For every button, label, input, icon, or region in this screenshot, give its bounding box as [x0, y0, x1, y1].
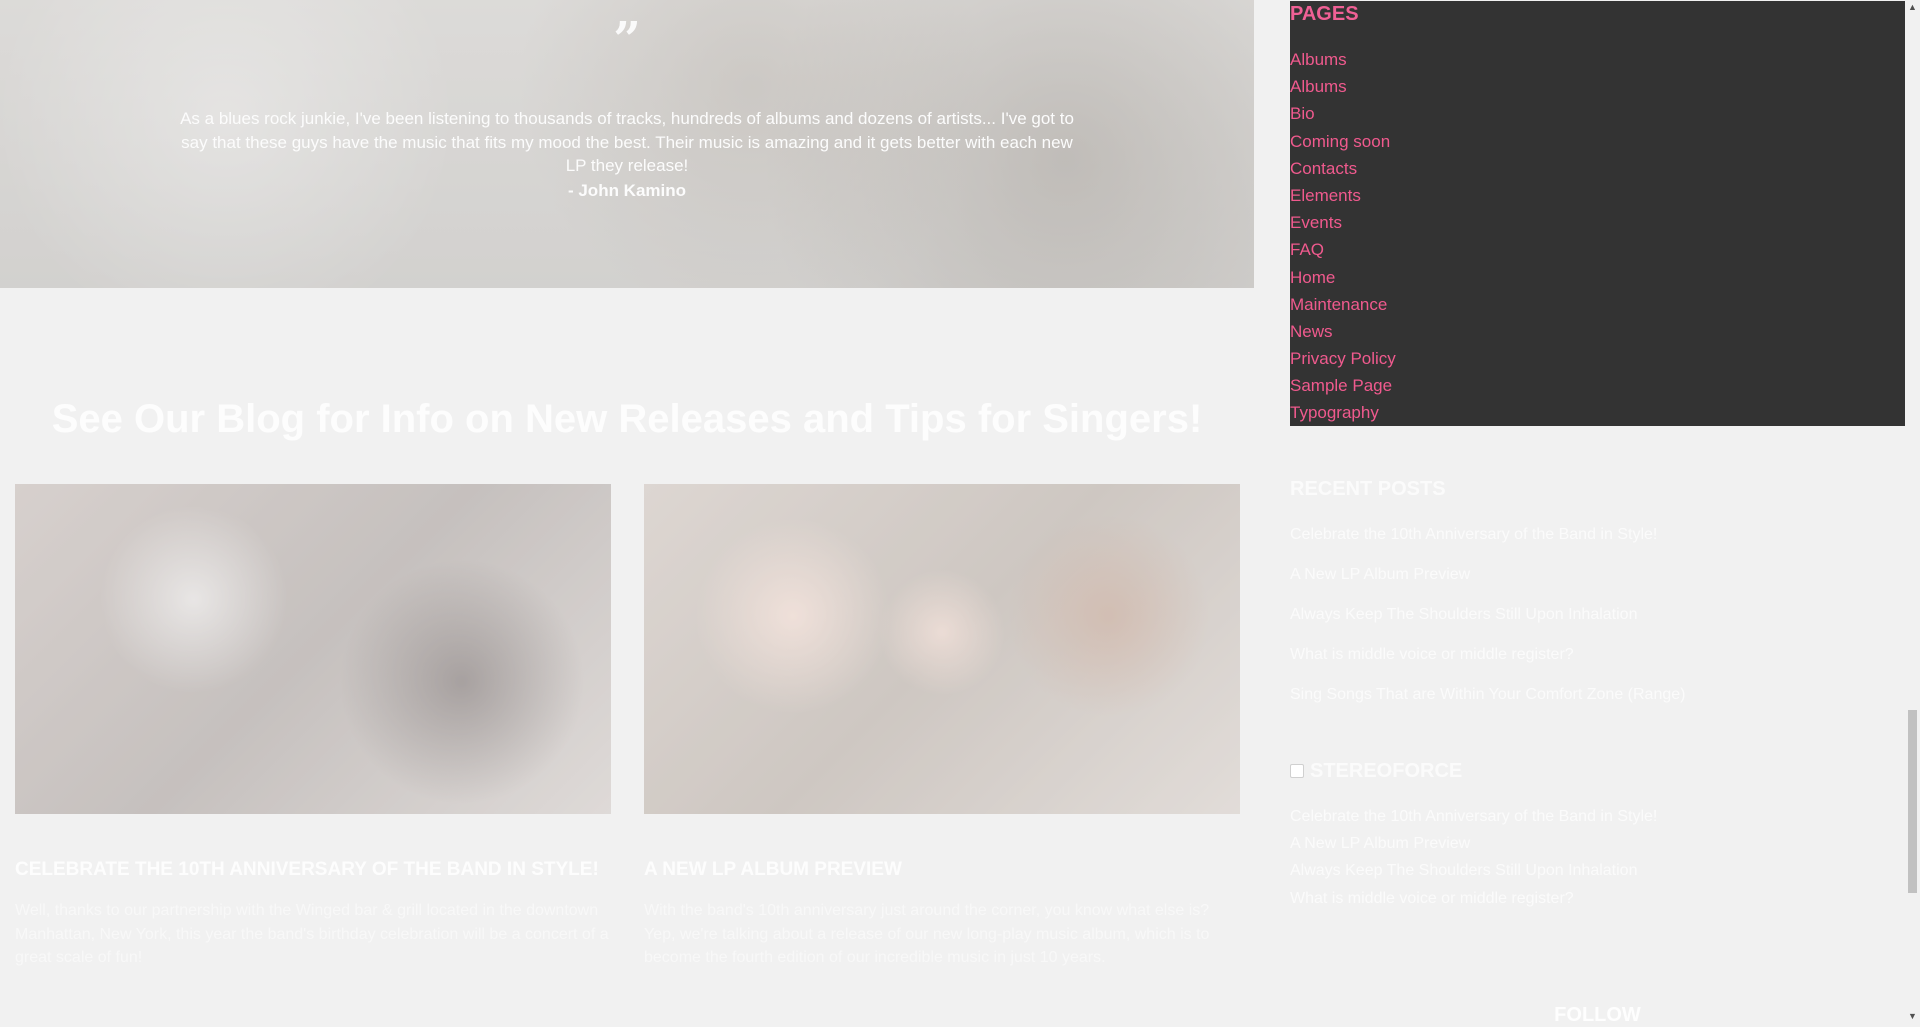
rss-widget-title[interactable]: STEREOFORCE	[1290, 759, 1462, 783]
recent-post-link[interactable]: What is middle voice or middle register?	[1290, 644, 1685, 684]
recent-post-link[interactable]: Celebrate the 10th Anniversary of the Ba…	[1290, 524, 1685, 564]
testimonial-author: - John Kamino	[567, 181, 687, 200]
pages-link[interactable]: Privacy Policy	[1290, 348, 1396, 375]
pages-link[interactable]: FAQ	[1290, 239, 1396, 266]
blog-post-excerpt: Well, thanks to our partnership with the…	[15, 902, 609, 966]
rss-link[interactable]: What is middle voice or middle register?	[1290, 888, 1657, 915]
recent-post-link[interactable]: Always Keep The Shoulders Still Upon Inh…	[1290, 604, 1685, 644]
scroll-down-arrow-icon[interactable]: ▼	[1905, 1009, 1920, 1024]
recent-post-link[interactable]: A New LP Album Preview	[1290, 564, 1685, 604]
scroll-up-arrow-icon[interactable]: ▲	[1905, 0, 1920, 15]
pages-link[interactable]: Coming soon	[1290, 131, 1396, 158]
blog-post-image[interactable]	[644, 484, 1240, 814]
blog-post-card: A NEW LP ALBUM PREVIEW With the band's 1…	[644, 484, 1240, 970]
blog-heading: See Our Blog for Info on New Releases an…	[51, 397, 1203, 441]
pages-link[interactable]: Sample Page	[1290, 375, 1396, 402]
pages-link[interactable]: Contacts	[1290, 158, 1396, 185]
testimonial-section: ” As a blues rock junkie, I've been list…	[0, 0, 1254, 288]
pages-title: PAGES	[1290, 3, 1359, 25]
rss-link[interactable]: Celebrate the 10th Anniversary of the Ba…	[1290, 806, 1657, 833]
pages-list: Albums Albums Bio Coming soon Contacts E…	[1290, 49, 1396, 430]
rss-title-label[interactable]: STEREOFORCE	[1310, 759, 1462, 783]
pages-link[interactable]: Typography	[1290, 402, 1396, 429]
pages-link[interactable]: Maintenance	[1290, 294, 1396, 321]
recent-posts-title: RECENT POSTS	[1290, 478, 1446, 500]
blog-post-image[interactable]	[15, 484, 611, 814]
follow-title: FOLLOW	[1554, 1004, 1641, 1026]
recent-post-link[interactable]: Sing Songs That are Within Your Comfort …	[1290, 684, 1685, 724]
blog-post-title[interactable]: A NEW LP ALBUM PREVIEW	[644, 859, 1240, 881]
recent-posts-list: Celebrate the 10th Anniversary of the Ba…	[1290, 524, 1685, 724]
pages-link[interactable]: Bio	[1290, 103, 1396, 130]
blog-post-card: CELEBRATE THE 10TH ANNIVERSARY OF THE BA…	[15, 484, 611, 970]
pages-link[interactable]: Home	[1290, 267, 1396, 294]
rss-link[interactable]: Always Keep The Shoulders Still Upon Inh…	[1290, 860, 1657, 887]
scrollbar-thumb[interactable]	[1908, 710, 1917, 893]
pages-link[interactable]: Elements	[1290, 185, 1396, 212]
blog-post-title[interactable]: CELEBRATE THE 10TH ANNIVERSARY OF THE BA…	[15, 859, 611, 881]
blog-post-excerpt: With the band's 10th anniversary just ar…	[644, 902, 1210, 966]
pages-link[interactable]: Events	[1290, 212, 1396, 239]
pages-link[interactable]: Albums	[1290, 49, 1396, 76]
page-scrollbar[interactable]: ▲ ▼	[1905, 0, 1920, 1024]
rss-list: Celebrate the 10th Anniversary of the Ba…	[1290, 806, 1657, 915]
testimonial-text: As a blues rock junkie, I've been listen…	[180, 109, 1074, 175]
rss-icon[interactable]	[1290, 764, 1304, 778]
quote-icon: ”	[613, 12, 641, 68]
pages-widget: PAGES Albums Albums Bio Coming soon Cont…	[1290, 1, 1905, 426]
pages-link[interactable]: News	[1290, 321, 1396, 348]
rss-link[interactable]: A New LP Album Preview	[1290, 833, 1657, 860]
pages-link[interactable]: Albums	[1290, 76, 1396, 103]
